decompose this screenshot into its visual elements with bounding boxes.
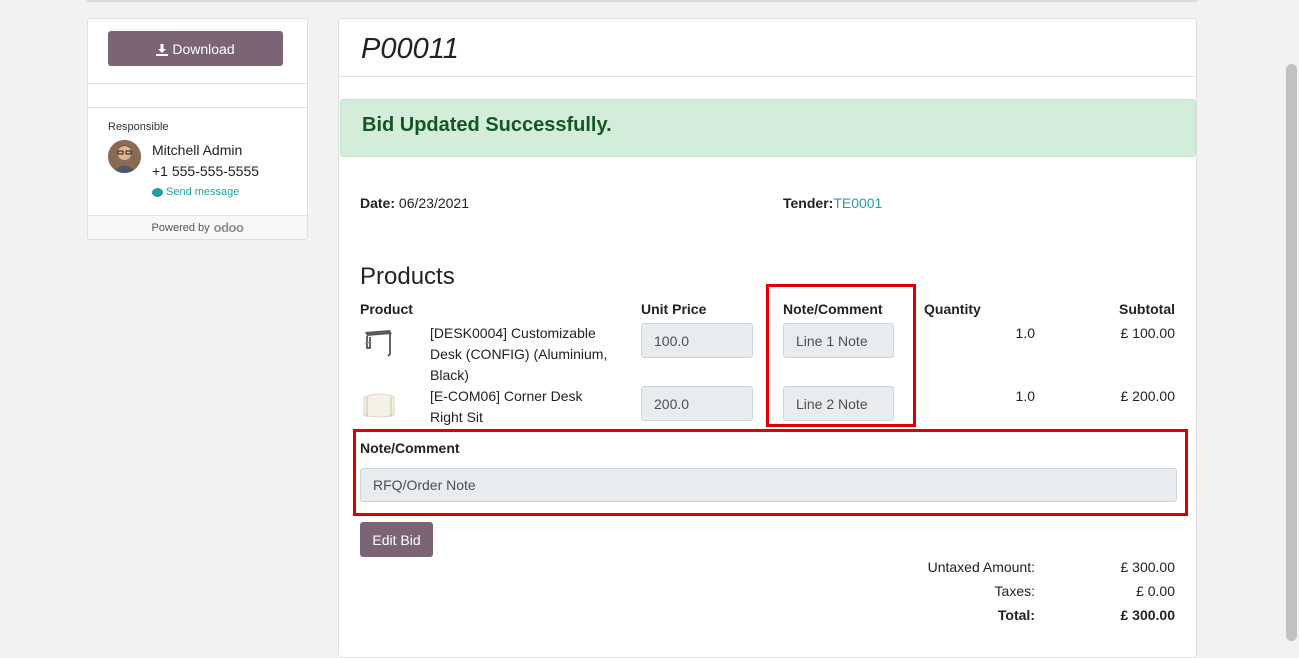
untaxed-value: £ 300.00 — [1120, 559, 1176, 575]
avatar — [108, 140, 141, 173]
powered-by-footer: Powered by odoo — [88, 215, 307, 239]
total-label: Total: — [997, 607, 1035, 623]
order-note-input[interactable]: RFQ/Order Note — [360, 468, 1177, 502]
scrollbar-thumb[interactable] — [1286, 64, 1297, 641]
subtotal-value: £ 100.00 — [1120, 325, 1176, 341]
product-name: [E-COM06] Corner Desk Right Sit — [430, 388, 583, 425]
success-alert: Bid Updated Successfully. — [340, 99, 1196, 157]
download-label: Download — [172, 40, 235, 57]
responsible-label: Responsible — [108, 121, 169, 133]
header-subtotal: Subtotal — [1119, 301, 1175, 317]
send-message-label: Send message — [166, 186, 240, 198]
order-note-label: Note/Comment — [360, 440, 460, 456]
total-value: £ 300.00 — [1120, 607, 1176, 623]
alert-text: Bid Updated Successfully. — [362, 114, 612, 136]
powered-by-label: Powered by — [151, 221, 210, 234]
divider — [88, 107, 307, 108]
taxes-value: £ 0.00 — [1136, 583, 1175, 599]
products-heading: Products — [360, 263, 455, 290]
top-band — [87, 0, 1197, 2]
download-button[interactable]: Download — [108, 31, 283, 66]
divider — [88, 83, 307, 84]
taxes-label: Taxes: — [994, 583, 1035, 599]
divider — [339, 76, 1196, 77]
date-info: Date: 06/23/2021 — [360, 195, 469, 211]
chat-icon — [152, 187, 163, 197]
quantity-value: 1.0 — [1015, 325, 1035, 341]
unit-price-input[interactable]: 200.0 — [641, 386, 753, 421]
tender-label: Tender: — [783, 195, 834, 211]
responsible-phone: +1 555-555-5555 — [152, 163, 260, 179]
unit-price-input[interactable]: 100.0 — [641, 323, 753, 358]
note-column-highlight — [766, 284, 916, 427]
untaxed-label: Untaxed Amount: — [927, 559, 1035, 575]
header-product: Product — [360, 301, 413, 317]
header-unit-price: Unit Price — [641, 301, 707, 317]
quantity-value: 1.0 — [1015, 388, 1035, 404]
product-image — [362, 326, 396, 360]
subtotal-value: £ 200.00 — [1120, 388, 1176, 404]
edit-bid-button[interactable]: Edit Bid — [360, 522, 433, 557]
tender-link[interactable]: TE0001 — [833, 195, 882, 211]
sidebar: Download Responsible Mitchell Admin +1 5… — [87, 18, 308, 240]
date-label: Date: — [360, 195, 396, 211]
tender-info: Tender:TE0001 — [783, 195, 882, 211]
order-title: P00011 — [361, 33, 459, 65]
header-quantity: Quantity — [924, 301, 981, 317]
date-value: 06/23/2021 — [398, 195, 469, 211]
product-image — [362, 389, 396, 423]
product-name: [DESK0004] Customizable Desk (CONFIG) (A… — [430, 325, 608, 383]
send-message-link[interactable]: Send message — [152, 186, 239, 198]
page-scrollbar[interactable] — [1284, 0, 1299, 641]
main-card: P00011 Bid Updated Successfully. Date: 0… — [338, 18, 1197, 658]
responsible-name: Mitchell Admin — [152, 142, 243, 158]
download-icon — [156, 43, 169, 56]
odoo-logo[interactable]: odoo — [214, 220, 244, 235]
